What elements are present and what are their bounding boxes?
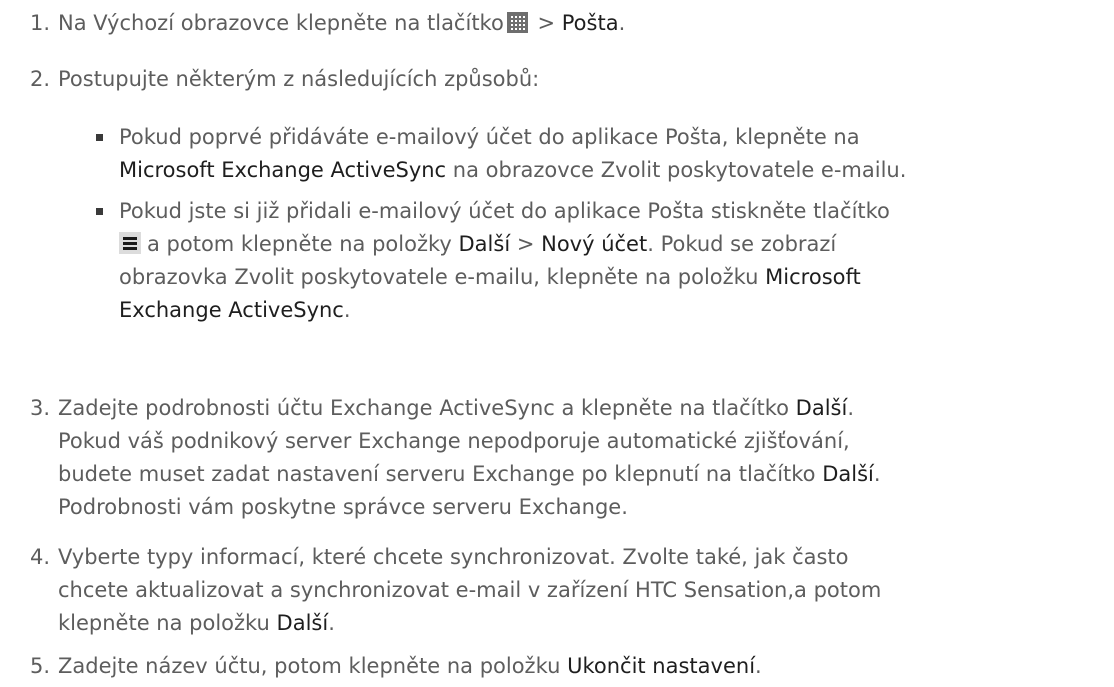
- bullet-text: . Pokud se zobrazí: [647, 232, 837, 256]
- step-3: 3. Zadejte podrobnosti účtu Exchange Act…: [0, 392, 1114, 524]
- bullet-line: a potom klepněte na položky Další > Nový…: [119, 228, 1114, 261]
- step-line: Vyberte typy informací, které chcete syn…: [58, 545, 849, 569]
- step-number: 4.: [29, 545, 50, 569]
- step-number: 3.: [29, 396, 50, 420]
- step-text: .: [873, 462, 881, 486]
- step-number: 2.: [29, 67, 50, 91]
- bullet-text: a potom klepněte na položky: [147, 232, 459, 256]
- step-text: Na Výchozí obrazovce klepněte na tlačítk…: [58, 11, 504, 35]
- step-text: klepněte na položku: [58, 611, 277, 635]
- step-text: .: [328, 611, 335, 635]
- step-4: 4. Vyberte typy informací, které chcete …: [0, 541, 1114, 640]
- bullet-line: Pokud jste si již přidali e-mailový účet…: [119, 199, 890, 223]
- ui-term-microsoft: Microsoft: [765, 265, 861, 289]
- bullet-text: .: [343, 298, 351, 322]
- ui-term-exchange-activesync: Exchange ActiveSync: [119, 298, 344, 322]
- ui-term-posta: Pošta: [561, 11, 619, 35]
- ui-term-dalsi: Další: [458, 232, 511, 256]
- bullet-text: >: [510, 232, 542, 256]
- menu-icon: [119, 231, 141, 254]
- ui-term-novy-ucet: Nový účet: [541, 232, 648, 256]
- ui-term-dalsi: Další: [822, 462, 874, 486]
- apps-grid-icon: [506, 10, 528, 33]
- step-line: Pokud váš podnikový server Exchange nepo…: [58, 429, 850, 453]
- ui-term-dalsi: Další: [795, 396, 848, 420]
- bullet-line: obrazovka Zvolit poskytovatele e-mailu, …: [119, 261, 1114, 294]
- ui-term-ukoncit-nastaveni: Ukončit nastavení: [567, 654, 756, 678]
- step-line: klepněte na položku Další.: [58, 607, 1114, 640]
- step-text: .: [755, 654, 762, 678]
- bullet-line: Microsoft Exchange ActiveSync na obrazov…: [119, 154, 1114, 187]
- step-text: budete muset zadat nastavení serveru Exc…: [58, 462, 823, 486]
- step-line: Zadejte podrobnosti účtu Exchange Active…: [58, 392, 1114, 425]
- bullet-marker: [96, 134, 103, 141]
- bullet-line: Exchange ActiveSync.: [119, 294, 1114, 327]
- bullet-text: na obrazovce Zvolit poskytovatele e-mail…: [446, 158, 907, 182]
- bullet-marker: [96, 208, 103, 215]
- step-1: 1. Na Výchozí obrazovce klepněte na tlačí…: [0, 7, 1114, 40]
- step-text: Zadejte podrobnosti účtu Exchange Active…: [58, 396, 796, 420]
- bullet-line: Pokud poprvé přidáváte e-mailový účet do…: [119, 125, 860, 149]
- ui-term-exchange: Microsoft Exchange ActiveSync: [119, 158, 447, 182]
- bullet-text: obrazovka Zvolit poskytovatele e-mailu, …: [119, 265, 766, 289]
- step-line: budete muset zadat nastavení serveru Exc…: [58, 458, 1114, 491]
- step-text: Zadejte název účtu, potom klepněte na po…: [58, 654, 568, 678]
- step-text: .: [847, 396, 855, 420]
- bullet-existing-account: Pokud jste si již přidali e-mailový účet…: [0, 195, 1114, 327]
- step-line: chcete aktualizovat a synchronizovat e-m…: [58, 578, 882, 602]
- ui-term-dalsi: Další: [276, 611, 329, 635]
- step-number: 5.: [29, 654, 50, 678]
- step-2: 2. Postupujte některým z následujících zp…: [0, 63, 1114, 96]
- step-number: 1.: [29, 11, 50, 35]
- step-text: Postupujte některým z následujících způs…: [58, 67, 540, 91]
- step-5: 5. Zadejte název účtu, potom klepněte na …: [0, 650, 1114, 683]
- bullet-first-account: Pokud poprvé přidáváte e-mailový účet do…: [0, 121, 1114, 187]
- step-text: .: [618, 11, 626, 35]
- step-text: >: [530, 11, 562, 35]
- step-line: Podrobnosti vám poskytne správce serveru…: [58, 495, 628, 519]
